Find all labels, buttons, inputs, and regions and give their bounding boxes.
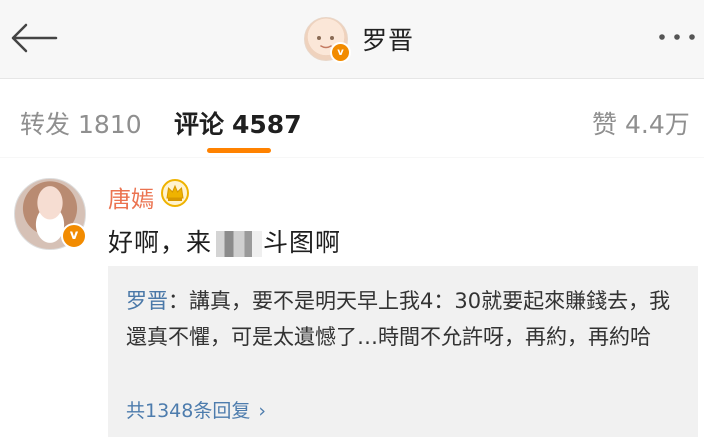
tab-bar: 转发 1810 评论 4587 赞 4.4万 — [0, 79, 704, 157]
reply-text: 罗晋：講真，要不是明天早上我4：30就要起來賺錢去，我還真不懼，可是太遺憾了…時… — [126, 283, 686, 355]
profile-title[interactable]: v 罗晋 — [304, 14, 414, 64]
tab-repost-label: 转发 — [20, 110, 71, 139]
tab-comment[interactable]: 评论 4587 — [174, 105, 302, 141]
reply-content: ：講真，要不是明天早上我4：30就要起來賺錢去，我還真不懼，可是太遺憾了…時間不… — [126, 289, 671, 349]
tab-repost[interactable]: 转发 1810 — [20, 105, 142, 141]
blurred-text — [216, 231, 263, 257]
comment-text: 好啊，来 斗图啊 — [108, 223, 341, 259]
verified-badge-icon: v — [330, 42, 351, 63]
tab-like[interactable]: 赞 4.4万 — [592, 105, 690, 141]
tab-comment-count: 4587 — [232, 110, 302, 139]
chevron-right-icon: › — [258, 400, 266, 422]
active-tab-indicator — [207, 148, 271, 153]
crown-icon — [161, 179, 189, 207]
verified-badge-icon: v — [61, 223, 87, 249]
reply-preview[interactable]: 罗晋：講真，要不是明天早上我4：30就要起來賺錢去，我還真不懼，可是太遺憾了…時… — [108, 266, 698, 437]
top-bar: v 罗晋 — [0, 0, 704, 79]
comment-text-after: 斗图啊 — [263, 228, 342, 257]
tab-repost-count: 1810 — [78, 110, 142, 139]
profile-avatar[interactable]: v — [304, 17, 351, 63]
back-arrow-icon[interactable] — [8, 21, 58, 55]
reply-author-link[interactable]: 罗晋 — [126, 289, 168, 313]
tab-like-count: 4.4万 — [625, 110, 690, 139]
comment-text-before: 好啊，来 — [108, 228, 213, 257]
tab-like-label: 赞 — [592, 110, 618, 139]
page-title: 罗晋 — [362, 26, 415, 55]
commenter-avatar[interactable]: v — [14, 178, 87, 250]
commenter-name[interactable]: 唐嫣 — [108, 180, 154, 214]
more-dots-icon[interactable] — [654, 27, 700, 47]
tab-comment-label: 评论 — [174, 110, 225, 139]
more-replies-label: 共1348条回复 — [126, 400, 251, 422]
comment-item: v 唐嫣 好啊，来 斗图啊 罗晋：講真，要不是明天早上我4：30就要起來賺錢去，我… — [0, 158, 704, 437]
more-replies-link[interactable]: 共1348条回复 › — [126, 396, 266, 423]
